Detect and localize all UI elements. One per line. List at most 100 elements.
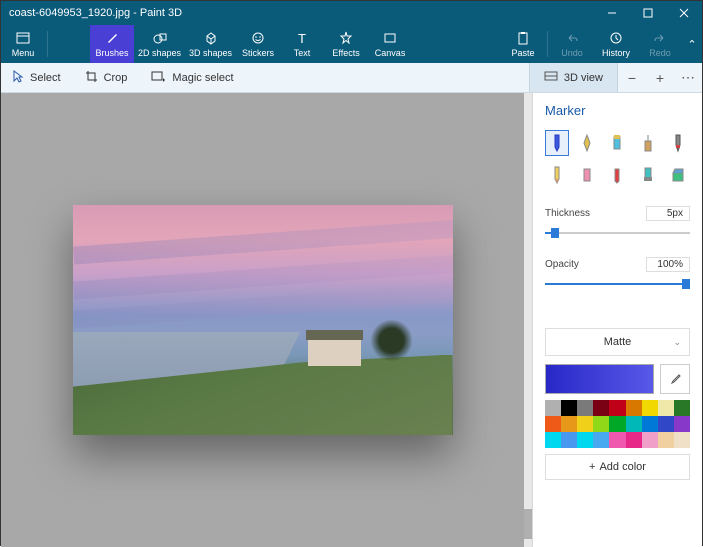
- opacity-value[interactable]: 100%: [646, 257, 690, 272]
- magic-select-icon: [151, 70, 166, 86]
- brush-spray-can[interactable]: [636, 130, 660, 156]
- text-tab[interactable]: T Text: [280, 25, 324, 63]
- color-swatch[interactable]: [577, 416, 593, 432]
- brush-marker[interactable]: [545, 130, 569, 156]
- canvas-tab[interactable]: Canvas: [368, 25, 412, 63]
- brush-pencil[interactable]: [545, 162, 569, 188]
- effects-icon: [339, 30, 353, 46]
- brushes-tab[interactable]: Brushes: [90, 25, 134, 63]
- color-swatch[interactable]: [626, 432, 642, 448]
- vertical-scrollbar[interactable]: [524, 93, 532, 547]
- menu-icon: [16, 30, 30, 46]
- eyedropper-icon: [668, 372, 682, 386]
- color-swatch[interactable]: [626, 416, 642, 432]
- color-swatch[interactable]: [658, 416, 674, 432]
- thickness-label: Thickness: [545, 208, 590, 219]
- effects-tab[interactable]: Effects: [324, 25, 368, 63]
- opacity-label: Opacity: [545, 259, 579, 270]
- zoom-in-button[interactable]: +: [646, 63, 674, 92]
- sub-toolbar: Select Crop Magic select 3D view − + ⋯: [1, 63, 702, 93]
- chevron-down-icon: ⌄: [673, 337, 681, 348]
- color-swatch[interactable]: [658, 432, 674, 448]
- color-swatch[interactable]: [642, 432, 658, 448]
- color-swatch[interactable]: [561, 416, 577, 432]
- crop-icon: [85, 70, 98, 86]
- 3d-shapes-icon: [204, 30, 218, 46]
- color-swatch[interactable]: [609, 416, 625, 432]
- color-swatch[interactable]: [545, 432, 561, 448]
- color-swatch[interactable]: [593, 400, 609, 416]
- zoom-out-button[interactable]: −: [618, 63, 646, 92]
- 2d-shapes-tab[interactable]: 2D shapes: [134, 25, 185, 63]
- brush-pixel-pen[interactable]: [636, 162, 660, 188]
- thickness-value[interactable]: 5px: [646, 206, 690, 221]
- crop-tool[interactable]: Crop: [73, 63, 140, 92]
- plus-icon: +: [589, 461, 595, 473]
- history-icon: [609, 30, 623, 46]
- side-panel: Marker Thickness 5px Opacity: [532, 93, 702, 547]
- cursor-icon: [13, 70, 24, 86]
- text-icon: T: [295, 30, 309, 46]
- material-dropdown[interactable]: Matte ⌄: [545, 328, 690, 356]
- color-swatch[interactable]: [593, 416, 609, 432]
- select-tool[interactable]: Select: [1, 63, 73, 92]
- color-swatch[interactable]: [561, 400, 577, 416]
- close-button[interactable]: [666, 1, 702, 25]
- 3d-view-toggle[interactable]: 3D view: [529, 63, 618, 92]
- collapse-ribbon-button[interactable]: ⌃: [682, 25, 702, 63]
- thickness-control: Thickness 5px: [545, 206, 690, 251]
- color-swatch[interactable]: [545, 400, 561, 416]
- color-swatch[interactable]: [674, 400, 690, 416]
- svg-text:T: T: [298, 31, 306, 45]
- color-swatch[interactable]: [593, 432, 609, 448]
- paste-button[interactable]: Paste: [501, 25, 545, 63]
- color-palette: [545, 400, 690, 448]
- 3d-shapes-tab[interactable]: 3D shapes: [185, 25, 236, 63]
- color-swatch[interactable]: [609, 432, 625, 448]
- stickers-tab[interactable]: Stickers: [236, 25, 280, 63]
- eyedropper-button[interactable]: [660, 364, 690, 394]
- redo-icon: [653, 30, 667, 46]
- current-color-swatch[interactable]: [545, 364, 654, 394]
- color-swatch[interactable]: [642, 400, 658, 416]
- brush-calligraphy-pen[interactable]: [575, 130, 599, 156]
- more-options-button[interactable]: ⋯: [674, 63, 702, 92]
- color-swatch[interactable]: [642, 416, 658, 432]
- thickness-slider[interactable]: [545, 225, 690, 241]
- brush-oil[interactable]: [605, 130, 629, 156]
- magic-select-tool[interactable]: Magic select: [139, 63, 245, 92]
- brush-icon: [105, 30, 119, 46]
- undo-button[interactable]: Undo: [550, 25, 594, 63]
- maximize-button[interactable]: [630, 1, 666, 25]
- color-swatch[interactable]: [545, 416, 561, 432]
- 2d-shapes-icon: [153, 30, 167, 46]
- menu-button[interactable]: Menu: [1, 25, 45, 63]
- ribbon: Menu Brushes 2D shapes 3D shapes Sticker…: [1, 25, 702, 63]
- canvas-icon: [383, 30, 397, 46]
- color-swatch[interactable]: [626, 400, 642, 416]
- canvas-image[interactable]: [73, 205, 453, 435]
- color-swatch[interactable]: [674, 432, 690, 448]
- 3d-view-icon: [544, 70, 558, 85]
- brush-fill[interactable]: [666, 162, 690, 188]
- opacity-control: Opacity 100%: [545, 257, 690, 302]
- color-swatch[interactable]: [674, 416, 690, 432]
- canvas-workspace[interactable]: [1, 93, 524, 547]
- add-color-button[interactable]: + Add color: [545, 454, 690, 480]
- brush-eraser[interactable]: [575, 162, 599, 188]
- brush-watercolor[interactable]: [666, 130, 690, 156]
- color-swatch[interactable]: [609, 400, 625, 416]
- color-swatch[interactable]: [577, 432, 593, 448]
- undo-icon: [565, 30, 579, 46]
- minimize-button[interactable]: [594, 1, 630, 25]
- brush-crayon[interactable]: [605, 162, 629, 188]
- color-swatch[interactable]: [561, 432, 577, 448]
- titlebar: coast-6049953_1920.jpg - Paint 3D: [1, 1, 702, 25]
- opacity-slider[interactable]: [545, 276, 690, 292]
- scrollbar-thumb[interactable]: [524, 509, 532, 539]
- redo-button[interactable]: Redo: [638, 25, 682, 63]
- color-swatch[interactable]: [658, 400, 674, 416]
- history-button[interactable]: History: [594, 25, 638, 63]
- color-swatch[interactable]: [577, 400, 593, 416]
- paste-icon: [516, 30, 530, 46]
